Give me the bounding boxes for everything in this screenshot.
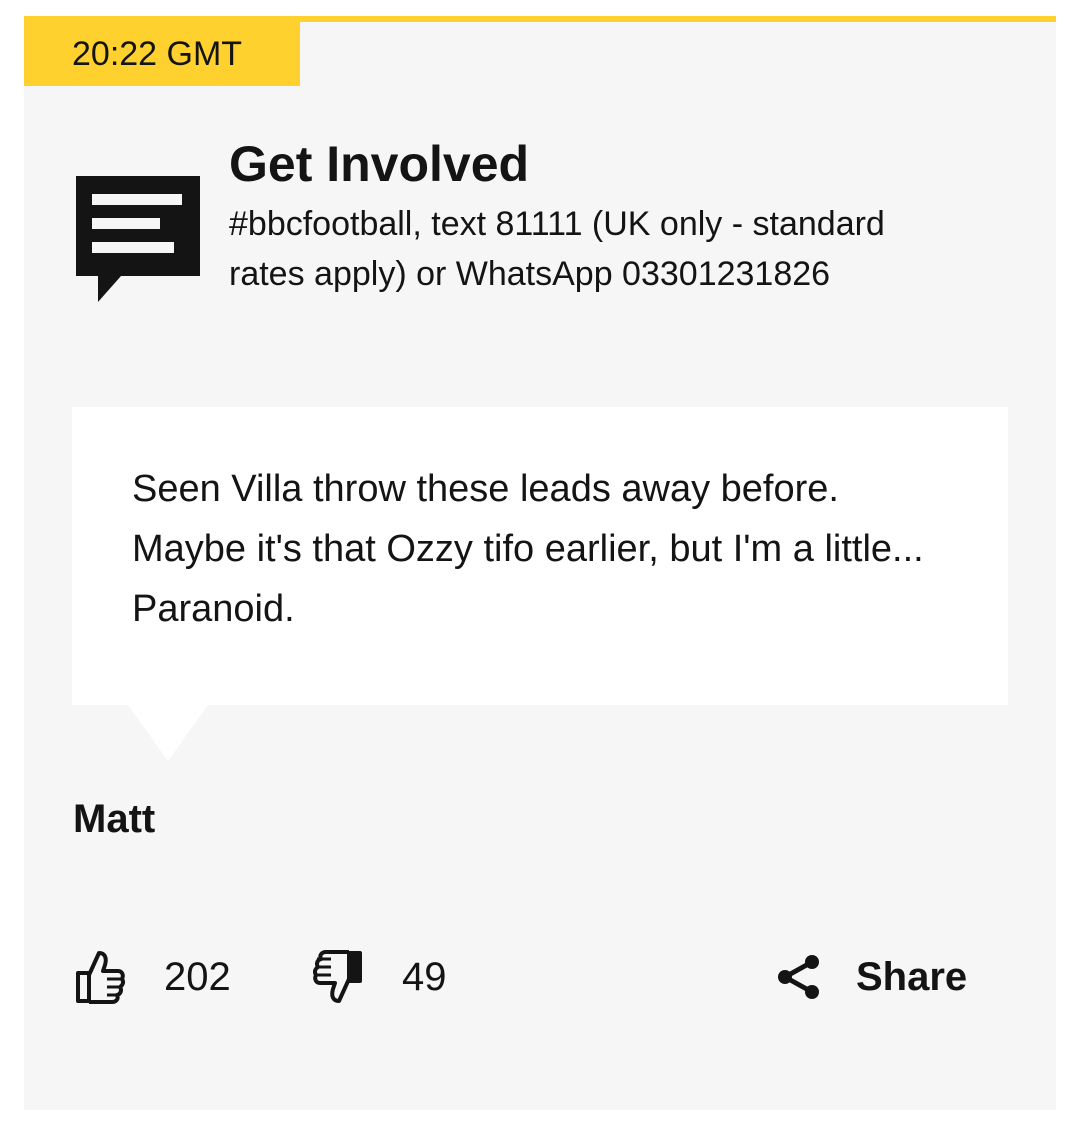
- get-involved-description: #bbcfootball, text 81111 (UK only - stan…: [229, 205, 885, 293]
- comment-quote: Seen Villa throw these leads away before…: [72, 407, 1008, 705]
- share-button[interactable]: Share: [776, 942, 967, 1012]
- share-icon: [776, 953, 822, 1001]
- like-button[interactable]: 202: [74, 942, 231, 1012]
- like-count: 202: [164, 954, 231, 999]
- thumbs-up-icon: [74, 949, 126, 1005]
- share-label: Share: [856, 954, 968, 999]
- post-actions: 202 49 Share: [72, 942, 1008, 1012]
- comment-text: Seen Villa throw these leads away before…: [132, 468, 924, 630]
- live-post-card: 20:22 GMT Get Involved #bbcfootball, tex…: [24, 16, 1056, 1110]
- comment-icon: [76, 176, 200, 306]
- post-timestamp: 20:22 GMT: [24, 22, 300, 86]
- quote-tail: [128, 705, 208, 761]
- get-involved-title: Get Involved: [229, 136, 530, 192]
- dislike-button[interactable]: 49: [312, 942, 447, 1012]
- dislike-count: 49: [402, 954, 447, 999]
- thumbs-down-icon: [312, 949, 364, 1005]
- comment-author: Matt: [73, 797, 156, 841]
